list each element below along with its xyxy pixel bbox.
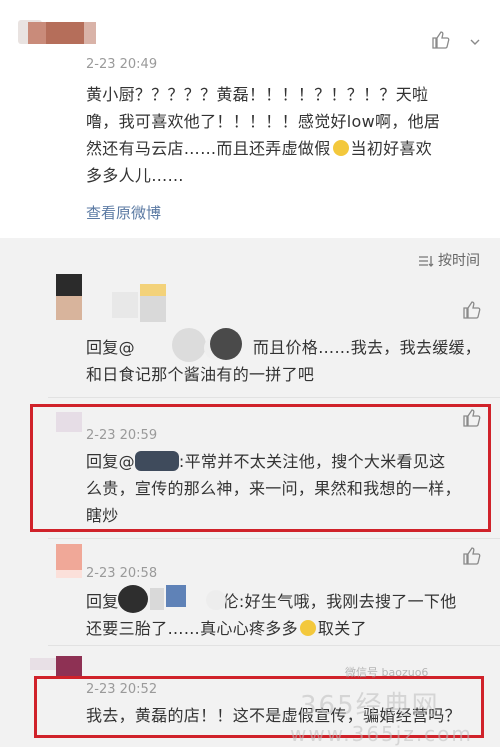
reply-line-text: 而且价格……我去，我去缓缓， — [252, 338, 482, 357]
like-icon[interactable] — [431, 30, 451, 50]
username-blur — [140, 296, 166, 322]
avatar — [56, 296, 82, 320]
username-blur — [172, 328, 206, 362]
avatar[interactable] — [56, 274, 82, 296]
reply-text: 回复@ 而且价格……我去，我去缓缓， 和日食记那个酱油有的一拼了吧 — [86, 334, 486, 388]
divider — [48, 645, 500, 646]
username-blur — [140, 284, 166, 296]
like-icon[interactable] — [462, 300, 482, 320]
comment-line: 黄小厨？？？？？黄磊！！！！？！？！？天啦 — [86, 85, 429, 104]
reply-line-text: 伦:好生气哦，我刚去搜了一下他 — [222, 592, 457, 611]
comment-line: 多多人儿…… — [86, 166, 184, 185]
sort-icon — [418, 253, 434, 267]
reply-timestamp: 2-23 20:58 — [86, 566, 158, 581]
comment-text: 黄小厨？？？？？黄磊！！！！？！？！？天啦 噜，我可喜欢他了！！！！！感觉好lo… — [86, 81, 440, 189]
username-blur — [28, 22, 46, 44]
more-icon[interactable] — [468, 34, 482, 48]
avatar[interactable] — [56, 544, 82, 570]
view-original-link[interactable]: 查看原微博 — [86, 202, 161, 223]
highlight-box — [30, 404, 491, 532]
username-blur — [150, 588, 164, 610]
avatar — [30, 658, 56, 670]
sort-toggle[interactable]: 按时间 — [418, 250, 480, 270]
username-blur — [206, 590, 226, 610]
username-blur — [84, 22, 96, 44]
emoji-icon — [299, 620, 316, 636]
comment-timestamp: 2-23 20:49 — [86, 57, 158, 72]
reply-line: 回复@ 而且价格……我去，我去缓缓， — [86, 334, 486, 361]
reply-line-text: 还要三胎了……真心心疼多多 — [86, 619, 298, 638]
emoji-icon — [332, 140, 349, 156]
username-blur — [46, 22, 84, 44]
reply-line: 和日食记那个酱油有的一拼了吧 — [86, 365, 315, 384]
reply-prefix: 回复@ — [86, 338, 135, 357]
reply-line: 还要三胎了……真心心疼多多 取关了 — [86, 615, 491, 642]
username-blur — [210, 328, 242, 360]
comment-line-text: 然还有马云店……而且还弄虚做假 — [86, 139, 331, 158]
comment-line-text: 当初好喜欢 — [350, 139, 433, 158]
watermark-url: www.365jz.com — [290, 722, 473, 746]
comment-line: 然还有马云店……而且还弄虚做假 当初好喜欢 — [86, 135, 440, 162]
comment-line: 噜，我可喜欢他了！！！！！感觉好low啊，他居 — [86, 112, 441, 131]
divider — [48, 397, 500, 398]
username-blur — [118, 585, 148, 613]
watermark-site: 365经典网 — [300, 691, 440, 721]
like-icon[interactable] — [462, 546, 482, 566]
reply-line-text: 取关了 — [317, 619, 367, 638]
avatar — [56, 570, 82, 578]
avatar[interactable] — [56, 656, 82, 676]
divider — [48, 538, 500, 539]
username-blur — [166, 585, 186, 607]
username-blur — [112, 292, 138, 318]
sort-label: 按时间 — [438, 253, 480, 269]
reply-prefix: 回复 — [86, 592, 119, 611]
watermark-account: 微信号 baozuo6 — [345, 666, 429, 679]
